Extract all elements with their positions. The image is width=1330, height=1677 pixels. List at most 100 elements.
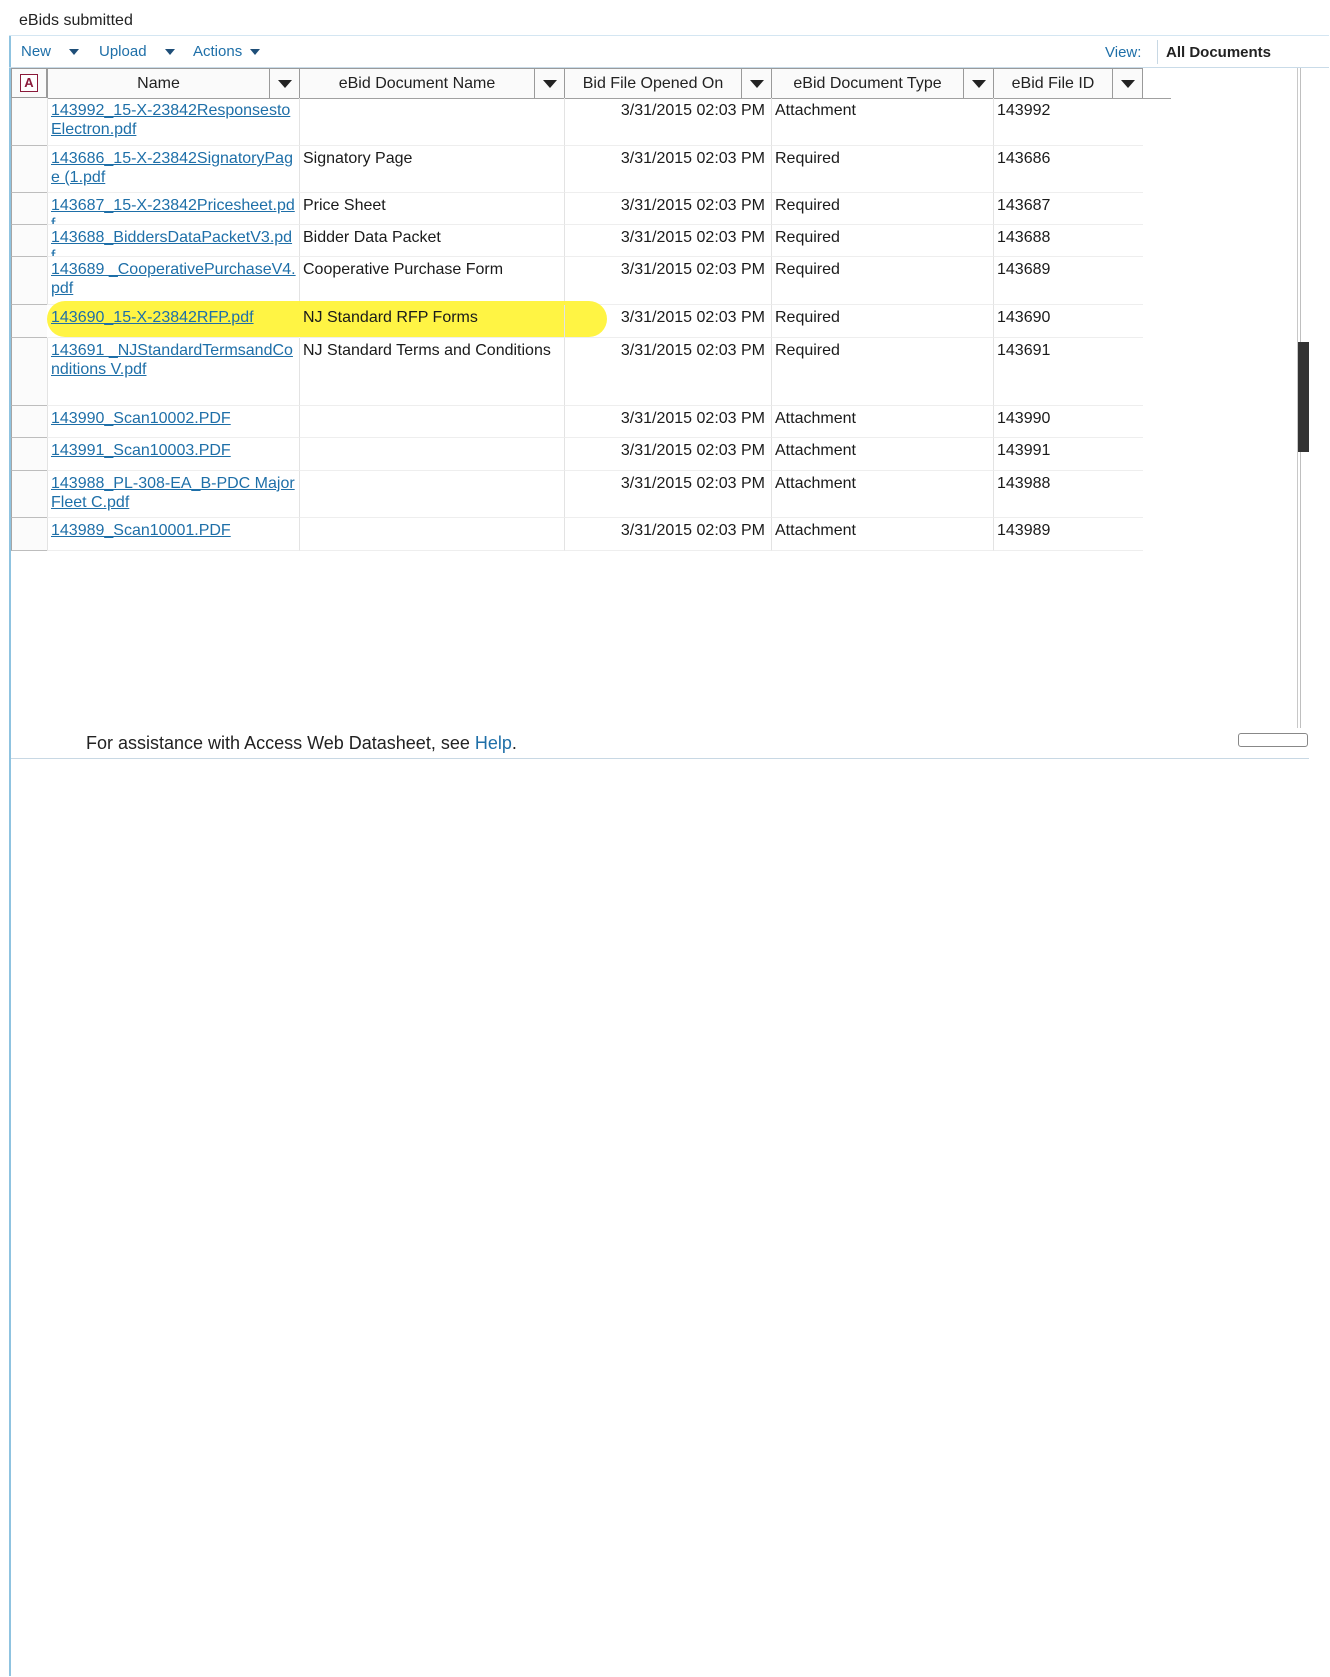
column-filter-dropdown-icon[interactable] [269,69,299,98]
document-link[interactable]: 143688_BiddersDataPacketV3.pdf [51,229,292,256]
column-filter-dropdown-icon[interactable] [1112,69,1142,98]
name-cell: 143686_15-X-23842SignatoryPage (1.pdf [47,146,299,193]
file-id-cell: 143989 [993,518,1143,551]
table-row[interactable]: 143691 _NJStandardTermsandConditions V.p… [11,338,1171,406]
name-cell: 143990_Scan10002.PDF [47,406,299,438]
opened-on-cell: 3/31/2015 02:03 PM [564,338,771,406]
name-cell: 143992_15-X-23842ResponsestoElectron.pdf [47,98,299,146]
table-row[interactable]: 143992_15-X-23842ResponsestoElectron.pdf… [11,98,1171,146]
view-divider [1157,40,1158,64]
web-part-title-bar: eBids submitted [9,6,1329,36]
doc-type-cell: Attachment [771,98,993,146]
doc-name-cell: Bidder Data Packet [299,225,564,257]
access-icon: A [20,74,38,92]
column-header-file-id[interactable]: eBid File ID [993,68,1143,98]
scrollbar-thumb[interactable] [1298,342,1309,452]
vertical-scrollbar[interactable] [1297,68,1309,728]
row-selector[interactable] [11,406,47,438]
file-id-cell: 143688 [993,225,1143,257]
row-selector[interactable] [11,438,47,471]
document-link[interactable]: 143690_15-X-23842RFP.pdf [51,309,254,326]
view-selector[interactable]: All Documents [1166,44,1271,61]
horizontal-scrollbar[interactable] [1238,733,1308,747]
column-header-doc-name[interactable]: eBid Document Name [299,68,564,98]
grid-header-row: A Name eBid Document Name Bid File Opene… [11,68,1171,99]
doc-type-cell: Required [771,305,993,338]
column-header-name[interactable]: Name [47,68,299,98]
document-link[interactable]: 143992_15-X-23842ResponsestoElectron.pdf [51,102,290,138]
opened-on-cell: 3/31/2015 02:03 PM [564,257,771,305]
document-link[interactable]: 143686_15-X-23842SignatoryPage (1.pdf [51,150,293,186]
column-header-opened-on[interactable]: Bid File Opened On [564,68,771,98]
row-selector[interactable] [11,518,47,551]
row-selector[interactable] [11,305,47,338]
name-cell: 143687_15-X-23842Pricesheet.pdf [47,193,299,225]
doc-name-cell: Price Sheet [299,193,564,225]
table-row[interactable]: 143989_Scan10001.PDF 3/31/2015 02:03 PM … [11,518,1171,551]
opened-on-cell: 3/31/2015 02:03 PM [564,225,771,257]
opened-on-cell: 3/31/2015 02:03 PM [564,146,771,193]
chevron-down-icon [250,48,261,55]
table-row[interactable]: 143990_Scan10002.PDF 3/31/2015 02:03 PM … [11,406,1171,438]
file-id-cell: 143988 [993,471,1143,518]
web-part-title: eBids submitted [19,12,133,29]
help-footer-period: . [511,733,517,753]
file-id-cell: 143690 [993,305,1143,338]
column-header-label: Name [137,75,180,92]
document-link[interactable]: 143990_Scan10002.PDF [51,410,231,427]
table-row[interactable]: 143688_BiddersDataPacketV3.pdf Bidder Da… [11,225,1171,257]
upload-menu[interactable]: Upload [99,43,175,60]
doc-type-cell: Attachment [771,438,993,471]
view-label: View: [1105,44,1142,61]
table-row[interactable]: 143689 _CooperativePurchaseV4.pdf Cooper… [11,257,1171,305]
document-link[interactable]: 143691 _NJStandardTermsandConditions V.p… [51,342,293,378]
row-selector[interactable] [11,146,47,193]
column-header-label: Bid File Opened On [582,75,724,92]
doc-type-cell: Required [771,257,993,305]
row-selector[interactable] [11,338,47,406]
opened-on-cell: 3/31/2015 02:03 PM [564,518,771,551]
document-link[interactable]: 143687_15-X-23842Pricesheet.pdf [51,197,295,224]
help-footer-text: For assistance with Access Web Datasheet… [86,733,475,753]
chevron-down-icon [164,48,175,55]
row-selector[interactable] [11,225,47,257]
row-selector[interactable] [11,193,47,225]
table-row[interactable]: 143988_PL-308-EA_B-PDC Major Fleet C.pdf… [11,471,1171,518]
table-row[interactable]: 143991_Scan10003.PDF 3/31/2015 02:03 PM … [11,438,1171,471]
new-menu[interactable]: New [21,43,80,60]
select-all-corner[interactable]: A [11,68,47,98]
doc-name-cell [299,518,564,551]
doc-name-cell [299,406,564,438]
document-link[interactable]: 143989_Scan10001.PDF [51,522,231,539]
grid-bottom-divider [11,758,1309,759]
column-filter-dropdown-icon[interactable] [963,69,993,98]
file-id-cell: 143992 [993,98,1143,146]
table-row[interactable]: 143687_15-X-23842Pricesheet.pdf Price Sh… [11,193,1171,225]
help-link[interactable]: Help [475,733,512,753]
document-link[interactable]: 143991_Scan10003.PDF [51,442,231,459]
doc-name-cell [299,98,564,146]
file-id-cell: 143689 [993,257,1143,305]
row-selector[interactable] [11,471,47,518]
opened-on-cell: 3/31/2015 02:03 PM [564,438,771,471]
row-selector[interactable] [11,98,47,146]
column-filter-dropdown-icon[interactable] [534,69,564,98]
file-id-cell: 143686 [993,146,1143,193]
file-id-cell: 143991 [993,438,1143,471]
file-id-cell: 143687 [993,193,1143,225]
file-id-cell: 143691 [993,338,1143,406]
doc-type-cell: Required [771,338,993,406]
table-row[interactable]: 143686_15-X-23842SignatoryPage (1.pdf Si… [11,146,1171,193]
row-selector[interactable] [11,257,47,305]
doc-name-cell [299,438,564,471]
doc-type-cell: Required [771,146,993,193]
column-filter-dropdown-icon[interactable] [741,69,771,98]
name-cell: 143688_BiddersDataPacketV3.pdf [47,225,299,257]
actions-menu[interactable]: Actions [193,43,261,60]
opened-on-cell: 3/31/2015 02:03 PM [564,98,771,146]
datasheet-grid: A Name eBid Document Name Bid File Opene… [11,68,1301,728]
document-link[interactable]: 143988_PL-308-EA_B-PDC Major Fleet C.pdf [51,475,295,511]
document-link[interactable]: 143689 _CooperativePurchaseV4.pdf [51,261,296,297]
table-row[interactable]: 143690_15-X-23842RFP.pdf NJ Standard RFP… [11,301,1171,338]
column-header-doc-type[interactable]: eBid Document Type [771,68,993,98]
